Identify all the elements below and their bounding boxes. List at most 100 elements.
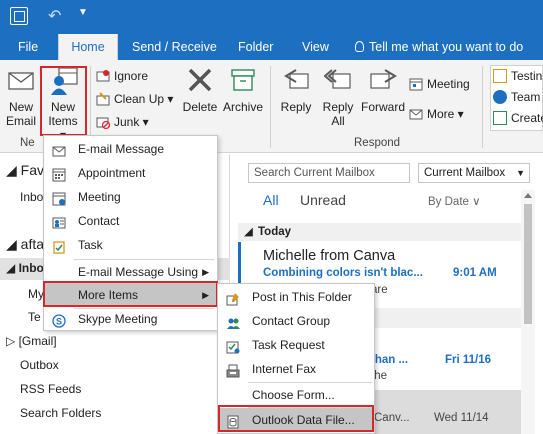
reply-label: Reply (280, 100, 312, 114)
filter-all-tab[interactable]: All (263, 192, 279, 208)
more-respond-button[interactable]: More ▾ (409, 104, 464, 124)
reply-all-icon (323, 66, 352, 94)
new-email-label-1: New (8, 100, 33, 114)
menu-item-meeting[interactable]: Meeting (44, 185, 217, 209)
quick-step-create[interactable]: Create (493, 108, 543, 128)
junk-label: Junk ▾ (114, 115, 149, 129)
menu-item-task-request[interactable]: Task Request (218, 333, 374, 357)
folder-my[interactable]: My (28, 287, 44, 301)
tab-home[interactable]: Home (58, 34, 118, 61)
reply-all-label-2: All (331, 114, 345, 128)
collapse-caret-icon: ◢ (244, 226, 253, 238)
more-respond-icon (409, 107, 423, 121)
filter-unread-tab[interactable]: Unread (300, 192, 346, 208)
ribbon-separator (482, 66, 483, 148)
search-input[interactable]: Search Current Mailbox (248, 163, 410, 183)
tab-view[interactable]: View (302, 34, 329, 60)
menu-item-contact-group[interactable]: Contact Group (218, 309, 374, 333)
contact-card-icon (52, 214, 66, 229)
folder-gmail[interactable]: ▷ [Gmail] (6, 334, 57, 348)
folder-search-folders[interactable]: Search Folders (20, 406, 101, 420)
quick-step-team[interactable]: Team (493, 87, 540, 107)
search-scope-value: Current Mailbox (424, 167, 506, 179)
account-header[interactable]: ◢ afta (6, 236, 44, 253)
menu-item-post-in-folder[interactable]: Post in This Folder (218, 285, 374, 309)
message-time: 9:01 AM (453, 267, 497, 279)
collapse-caret-icon: ◢ (6, 162, 21, 178)
archive-box-icon (229, 66, 257, 94)
delete-x-icon (186, 66, 214, 94)
create-new-icon (493, 111, 507, 125)
reply-all-label-1: Reply (322, 100, 354, 114)
group-label-respond: Respond (354, 137, 401, 149)
tell-me-box[interactable]: Tell me what you want to do (355, 34, 523, 60)
task-request-icon (226, 338, 240, 354)
lightbulb-icon (355, 41, 364, 52)
clean-up-label: Clean Up ▾ (114, 92, 174, 106)
new-email-icon (7, 66, 35, 94)
message-preview: Canv... (374, 412, 410, 424)
new-email-label-2: Email (5, 114, 36, 128)
quick-steps-gallery: Testin Team Create (490, 65, 543, 131)
fax-icon (226, 362, 240, 378)
folder-rss-feeds[interactable]: RSS Feeds (20, 382, 81, 396)
customize-quick-access-icon[interactable]: ▼ (78, 7, 88, 18)
ignore-icon (96, 69, 110, 83)
contact-group-icon (226, 314, 240, 329)
group-header-today[interactable]: ◢ Today (238, 223, 521, 241)
reply-button[interactable]: Reply (278, 66, 314, 114)
menu-item-contact[interactable]: Contact (44, 209, 217, 233)
menu-item-skype-meeting[interactable]: S Skype Meeting (44, 307, 217, 331)
forward-label: Forward (360, 100, 405, 114)
junk-button[interactable]: Junk ▾ (96, 112, 149, 132)
menu-item-email-message[interactable]: E-mail Message (44, 137, 217, 161)
reply-all-button[interactable]: Reply All (318, 66, 358, 128)
menu-item-choose-form[interactable]: Choose Form... (218, 383, 374, 407)
more-label: More ▾ (427, 107, 464, 121)
menu-item-task[interactable]: Task (44, 233, 217, 257)
quick-step-icon (493, 69, 507, 83)
skype-icon: S (52, 312, 66, 328)
quick-step-testing[interactable]: Testin (493, 66, 542, 86)
clean-up-icon (96, 92, 110, 106)
inbox-folder-label: ◢ Inbo (6, 261, 44, 275)
message-subject: than ... (371, 354, 409, 366)
message-time: Fri 11/16 (445, 354, 492, 366)
message-list-scrollbar[interactable] (521, 190, 535, 434)
delete-label: Delete (182, 100, 218, 114)
folder-outbox[interactable]: Outbox (20, 358, 59, 372)
expand-caret-icon: ▷ (6, 334, 19, 348)
quick-step-team-label: Team (511, 90, 541, 104)
new-email-button[interactable]: New Email (4, 66, 38, 128)
svg-text:S: S (56, 317, 62, 327)
clean-up-button[interactable]: Clean Up ▾ (96, 89, 173, 109)
chevron-down-icon: ▼ (516, 168, 525, 178)
search-scope-select[interactable]: Current Mailbox ▼ (418, 163, 530, 183)
team-email-icon (493, 90, 507, 104)
more-items-highlight (43, 281, 218, 307)
ribbon-separator (270, 66, 271, 148)
menu-item-internet-fax[interactable]: Internet Fax (218, 357, 374, 381)
ignore-button[interactable]: Ignore (96, 66, 148, 86)
tab-send-receive[interactable]: Send / Receive (132, 34, 217, 60)
folder-te[interactable]: Te (28, 310, 41, 324)
delete-button[interactable]: Delete (181, 66, 219, 114)
title-bar: ↶ ▼ (0, 0, 543, 34)
meeting-icon (409, 77, 423, 91)
message-sender: Michelle from Canva (263, 248, 396, 264)
forward-icon (369, 66, 397, 94)
meeting-icon (52, 190, 66, 206)
ribbon-tab-bar: File Home Send / Receive Folder View Tel… (0, 34, 543, 61)
outlook-app-icon (10, 7, 28, 25)
sort-by-date-button[interactable]: By Date ∨ (428, 194, 481, 208)
favorite-inbox[interactable]: Inbo (20, 190, 43, 204)
tab-file[interactable]: File (18, 34, 38, 60)
reply-with-meeting-button[interactable]: Meeting (409, 74, 470, 94)
undo-icon[interactable]: ↶ (48, 6, 61, 26)
outlook-data-file-highlight (218, 405, 374, 432)
tab-folder[interactable]: Folder (238, 34, 273, 60)
menu-item-appointment[interactable]: Appointment (44, 161, 217, 185)
archive-button[interactable]: Archive (222, 66, 264, 114)
collapse-caret-icon: ◢ (6, 261, 19, 275)
forward-button[interactable]: Forward (360, 66, 406, 114)
